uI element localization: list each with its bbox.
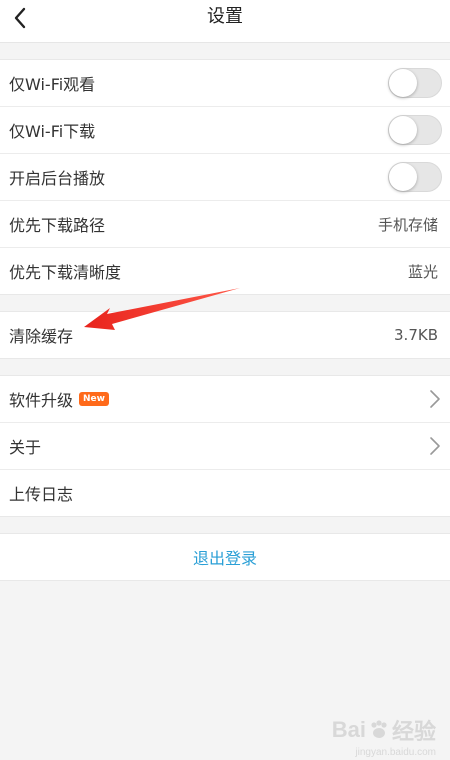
setting-label: 开启后台播放 — [9, 169, 106, 188]
setting-label: 优先下载清晰度 — [9, 263, 122, 282]
setting-clear-cache[interactable]: 清除缓存 3.7KB — [0, 312, 450, 358]
toggle-knob — [389, 163, 417, 191]
setting-label: 关于 — [9, 438, 42, 457]
wifi-only-watch-toggle[interactable] — [388, 68, 442, 98]
setting-label: 清除缓存 — [9, 327, 74, 346]
watermark-text-after: 经验 — [391, 719, 436, 744]
logout-label: 退出登录 — [192, 549, 257, 568]
logout-button[interactable]: 退出登录 — [0, 534, 450, 580]
setting-label: 上传日志 — [9, 485, 74, 504]
top-bar: 设置 — [0, 0, 450, 43]
logout-group: 退出登录 — [0, 533, 450, 581]
toggle-knob — [389, 69, 417, 97]
setting-label: 仅Wi-Fi下载 — [9, 122, 96, 141]
watermark-subtext: jingyan.baidu.com — [355, 747, 436, 758]
background-play-toggle[interactable] — [388, 162, 442, 192]
setting-wifi-only-watch: 仅Wi-Fi观看 — [0, 60, 450, 107]
setting-value: 手机存储 — [377, 215, 438, 234]
baidu-watermark: Bai 经验 jingyan.baidu.com — [331, 714, 436, 758]
setting-software-upgrade[interactable]: 软件升级 New — [0, 376, 450, 423]
setting-background-play: 开启后台播放 — [0, 154, 450, 201]
new-badge: New — [79, 392, 109, 406]
paw-icon — [371, 720, 387, 738]
playback-settings-group: 仅Wi-Fi观看 仅Wi-Fi下载 开启后台播放 优先下载路径 手机存储 优先下… — [0, 59, 450, 295]
toggle-knob — [389, 116, 417, 144]
setting-label: 仅Wi-Fi观看 — [9, 75, 96, 94]
setting-download-quality[interactable]: 优先下载清晰度 蓝光 — [0, 248, 450, 294]
setting-about[interactable]: 关于 — [0, 423, 450, 470]
setting-label: 优先下载路径 — [9, 216, 106, 235]
setting-value: 蓝光 — [407, 262, 438, 281]
wifi-only-download-toggle[interactable] — [388, 115, 442, 145]
setting-wifi-only-download: 仅Wi-Fi下载 — [0, 107, 450, 154]
setting-download-path[interactable]: 优先下载路径 手机存储 — [0, 201, 450, 248]
about-group: 软件升级 New 关于 上传日志 — [0, 375, 450, 517]
page-title: 设置 — [207, 6, 243, 27]
setting-label: 软件升级 New — [9, 387, 109, 411]
chevron-right-icon — [430, 437, 440, 455]
watermark-text: Bai — [331, 717, 366, 742]
cache-group: 清除缓存 3.7KB — [0, 311, 450, 359]
chevron-right-icon — [430, 390, 440, 408]
setting-upload-log[interactable]: 上传日志 — [0, 470, 450, 516]
cache-size-value: 3.7KB — [394, 326, 438, 344]
software-upgrade-label: 软件升级 — [9, 391, 74, 410]
